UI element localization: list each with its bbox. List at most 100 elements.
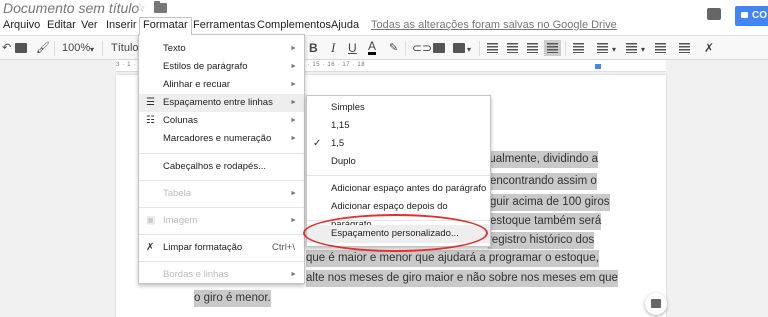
chevron-down-icon[interactable]: ▾ bbox=[467, 43, 471, 57]
doc-text-line[interactable]: guir acima de 100 giros bbox=[490, 194, 610, 211]
spacing-option-1-5[interactable]: ✓ 1,5 bbox=[307, 135, 490, 153]
menu-item-label: Espaçamento entre linhas bbox=[163, 97, 273, 108]
add-space-before-option[interactable]: Adicionar espaço antes do parágrafo bbox=[307, 180, 490, 198]
format-menu-item-imagem: ▣ Imagem ► bbox=[139, 212, 304, 230]
chevron-down-icon[interactable]: ▾ bbox=[90, 43, 94, 57]
submenu-item-label: Duplo bbox=[331, 156, 356, 167]
doc-text-line[interactable]: estoque também será bbox=[490, 213, 602, 230]
menu-item-label: Colunas bbox=[163, 115, 198, 126]
toolbar-divider bbox=[102, 41, 103, 56]
text-color-button[interactable]: A bbox=[368, 40, 377, 55]
submenu-arrow-icon: ► bbox=[290, 99, 297, 106]
align-right-icon[interactable] bbox=[527, 43, 538, 53]
menu-ver[interactable]: Ver bbox=[78, 17, 101, 35]
align-center-icon[interactable] bbox=[507, 43, 518, 53]
format-menu-item-colunas[interactable]: ☷ Colunas ► bbox=[139, 112, 304, 130]
paint-format-icon[interactable]: 🖌 bbox=[36, 41, 50, 55]
menu-item-label: Imagem bbox=[163, 215, 198, 226]
format-menu-item-bordas: Bordas e linhas ► bbox=[139, 266, 304, 284]
comments-icon[interactable] bbox=[707, 8, 721, 20]
doc-text-line[interactable]: registro histórico dos bbox=[488, 232, 595, 249]
submenu-item-label: 1,15 bbox=[331, 120, 350, 131]
ruler-indent-marker[interactable] bbox=[595, 64, 601, 69]
menu-arquivo[interactable]: Arquivo bbox=[0, 17, 43, 35]
format-menu-item-espacamento[interactable]: ☰ Espaçamento entre linhas ► bbox=[139, 94, 304, 112]
menu-bar: Arquivo Editar Ver Inserir Formatar Ferr… bbox=[0, 17, 768, 35]
menu-item-label: Alinhar e recuar bbox=[163, 79, 231, 90]
highlight-icon[interactable]: ✎ bbox=[389, 41, 398, 55]
title-bar: Documento sem título ☆ bbox=[0, 0, 768, 17]
annotation-ellipse bbox=[303, 214, 488, 252]
format-menu-item-estilos[interactable]: Estilos de parágrafo ► bbox=[139, 58, 304, 76]
spacing-option-1-15[interactable]: 1,15 bbox=[307, 117, 490, 135]
document-title[interactable]: Documento sem título bbox=[3, 0, 139, 16]
lock-icon bbox=[741, 12, 748, 19]
menu-item-label: Bordas e linhas bbox=[163, 269, 229, 280]
menu-formatar[interactable]: Formatar bbox=[139, 17, 192, 35]
folder-icon[interactable] bbox=[154, 1, 167, 13]
align-left-icon[interactable] bbox=[487, 43, 498, 53]
image-icon: ▣ bbox=[146, 215, 156, 226]
menu-divider bbox=[139, 180, 304, 181]
chevron-down-icon[interactable]: ▾ bbox=[641, 43, 645, 57]
menu-ajuda[interactable]: Ajuda bbox=[328, 17, 362, 35]
align-justify-icon[interactable] bbox=[544, 40, 561, 56]
doc-text-line[interactable]: o giro é menor. bbox=[194, 290, 271, 307]
insert-image-icon[interactable] bbox=[453, 43, 465, 53]
toolbar-divider bbox=[54, 41, 55, 56]
share-button[interactable]: CO bbox=[735, 6, 768, 26]
submenu-arrow-icon: ► bbox=[290, 63, 297, 70]
menu-divider bbox=[139, 153, 304, 154]
bulleted-list-icon[interactable] bbox=[626, 43, 637, 53]
doc-text-line[interactable]: que é maior e menor que ajudará a progra… bbox=[306, 250, 599, 267]
menu-item-label: Tabela bbox=[163, 188, 191, 199]
menu-item-label: Estilos de parágrafo bbox=[163, 61, 248, 72]
menu-ferramentas[interactable]: Ferramentas bbox=[190, 17, 258, 35]
decrease-indent-icon[interactable] bbox=[655, 43, 666, 53]
increase-indent-icon[interactable] bbox=[679, 43, 690, 53]
submenu-item-label: 1,5 bbox=[331, 138, 345, 149]
insert-comment-icon[interactable] bbox=[433, 43, 445, 53]
italic-button[interactable]: I bbox=[331, 41, 335, 55]
save-status-link[interactable]: Todas as alterações foram salvas no Goog… bbox=[371, 17, 617, 34]
menu-editar[interactable]: Editar bbox=[44, 17, 79, 35]
format-menu-item-alinhar[interactable]: Alinhar e recuar ► bbox=[139, 76, 304, 94]
submenu-arrow-icon: ► bbox=[290, 217, 297, 224]
spacing-option-duplo[interactable]: Duplo bbox=[307, 153, 490, 171]
line-spacing-icon[interactable] bbox=[573, 43, 584, 53]
star-icon[interactable]: ☆ bbox=[134, 0, 146, 16]
undo-icon[interactable]: ↶ bbox=[2, 41, 11, 55]
spacing-option-simples[interactable]: Simples bbox=[307, 99, 490, 117]
format-menu-item-tabela: Tabela ► bbox=[139, 185, 304, 203]
submenu-arrow-icon: ► bbox=[290, 190, 297, 197]
format-menu-item-marcadores[interactable]: Marcadores e numeração ► bbox=[139, 130, 304, 148]
menu-complementos[interactable]: Complementos bbox=[254, 17, 334, 35]
doc-text-line[interactable]: nualmente, dividindo a bbox=[483, 151, 599, 168]
format-menu-item-limpar[interactable]: ✗ Limpar formatação Ctrl+\ bbox=[139, 239, 304, 257]
submenu-arrow-icon: ► bbox=[290, 81, 297, 88]
format-menu: Texto ► Estilos de parágrafo ► Alinhar e r… bbox=[138, 34, 305, 284]
chevron-down-icon[interactable]: ▾ bbox=[612, 43, 616, 57]
toolbar-divider bbox=[565, 41, 566, 56]
format-menu-item-cabecalhos[interactable]: Cabeçalhos e rodapés... bbox=[139, 158, 304, 176]
menu-divider bbox=[139, 234, 304, 235]
menu-inserir[interactable]: Inserir bbox=[103, 17, 140, 35]
add-comment-button[interactable] bbox=[645, 293, 667, 315]
link-icon[interactable]: ⊂⊃ bbox=[412, 41, 432, 55]
doc-text-line[interactable]: encontrando assim o bbox=[490, 173, 597, 190]
menu-item-label: Texto bbox=[163, 43, 186, 54]
clear-formatting-icon[interactable]: ✗ bbox=[704, 41, 714, 55]
submenu-arrow-icon: ► bbox=[290, 45, 297, 52]
checkmark-icon: ✓ bbox=[313, 138, 322, 149]
print-icon[interactable] bbox=[15, 43, 27, 53]
line-spacing-icon: ☰ bbox=[146, 97, 155, 108]
zoom-select[interactable]: 100% bbox=[62, 41, 90, 55]
doc-text-line[interactable]: alte nos meses de giro maior e não sobre… bbox=[306, 270, 618, 287]
menu-item-label: Marcadores e numeração bbox=[163, 133, 272, 144]
menu-divider bbox=[307, 175, 490, 176]
numbered-list-icon[interactable] bbox=[597, 43, 608, 53]
toolbar: ↶ 🖌 100% ▾ Título 1 B I U A ✎ ⊂⊃ ▾ ▾ ▾ ✗ bbox=[0, 35, 768, 60]
format-menu-item-texto[interactable]: Texto ► bbox=[139, 40, 304, 58]
underline-button[interactable]: U bbox=[348, 41, 357, 55]
bold-button[interactable]: B bbox=[309, 41, 318, 55]
